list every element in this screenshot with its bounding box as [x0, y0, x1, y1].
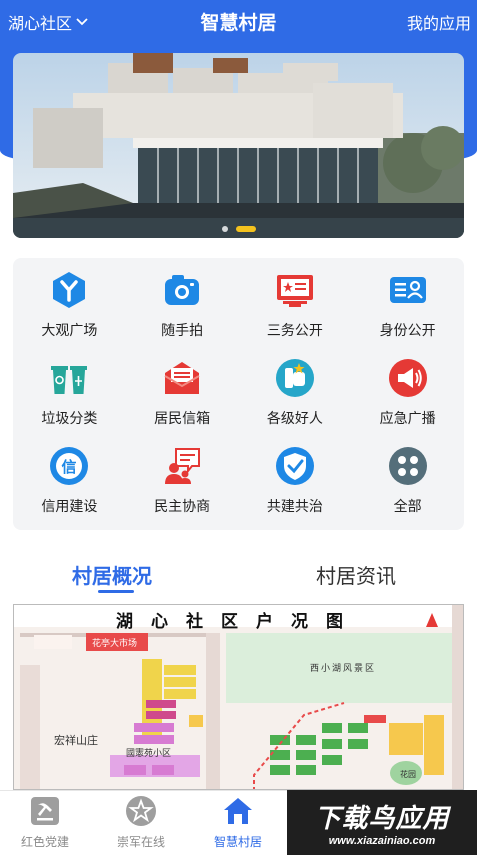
- watermark-url: www.xiazainiao.com: [328, 835, 436, 847]
- tabbar-label: 智慧村居: [213, 835, 262, 849]
- chevron-down-icon: [76, 18, 88, 26]
- home-icon: [224, 798, 252, 824]
- location-label: 湖心社区: [8, 16, 73, 33]
- map-image: [14, 605, 463, 789]
- map-label-garden: 花园: [400, 770, 416, 779]
- tabbar-item-military-online[interactable]: 崇军在线: [96, 795, 186, 850]
- grid-item-co-governance[interactable]: 共建共治: [239, 442, 352, 530]
- page-title: 智慧村居: [200, 13, 277, 34]
- grid-item-all[interactable]: 全部: [351, 442, 464, 530]
- grid-item-label: 信用建设: [41, 498, 98, 514]
- carousel-dot[interactable]: [221, 226, 228, 232]
- grid-item-label: 共建共治: [266, 498, 323, 514]
- grid-item-good-people[interactable]: 各级好人: [239, 354, 352, 442]
- carousel-dot-active[interactable]: [235, 226, 256, 232]
- tabbar-label: 崇军在线: [116, 835, 165, 849]
- id-card-icon: [389, 277, 426, 303]
- grid-item-credit-building[interactable]: 信 信用建设: [13, 442, 126, 530]
- banner-carousel[interactable]: [13, 53, 464, 238]
- fork-icon: [53, 272, 86, 308]
- trash-bins-icon: [51, 366, 88, 394]
- shield-check-icon: [275, 447, 314, 485]
- community-map[interactable]: 湖心社区户况图 花亭大市场 西小湖风景区 宏祥山庄 國憲苑小区 花园: [13, 604, 464, 790]
- notice-board-icon: [276, 275, 313, 307]
- camera-icon: [165, 275, 200, 305]
- tab-village-news[interactable]: 村居资讯: [316, 560, 396, 589]
- location-selector[interactable]: 湖心社区: [8, 10, 89, 34]
- grid-item-label: 各级好人: [266, 410, 323, 426]
- tab-village-overview[interactable]: 村居概况: [72, 560, 152, 589]
- map-label-market: 花亭大市场: [92, 638, 138, 648]
- party-icon: [31, 797, 59, 825]
- grid-item-garbage-sorting[interactable]: 垃圾分类: [13, 354, 126, 442]
- map-label-residence: 國憲苑小区: [126, 748, 172, 758]
- watermark: 下载鸟应用 www.xiazainiao.com: [287, 790, 477, 855]
- grid-item-label: 身份公开: [379, 322, 436, 338]
- carousel-indicator: [13, 226, 464, 232]
- banner-image: [13, 53, 464, 238]
- mail-icon: [164, 362, 200, 394]
- grid-item-label: 垃圾分类: [41, 410, 98, 426]
- grid-item-label: 居民信箱: [154, 410, 211, 426]
- tab-active-indicator: [98, 590, 134, 593]
- map-label-scenic-area: 西小湖风景区: [310, 663, 377, 673]
- grid-item-three-affairs[interactable]: 三务公开: [239, 266, 352, 354]
- grid-item-emergency-broadcast[interactable]: 应急广播: [351, 354, 464, 442]
- tabbar-label: 红色党建: [20, 835, 69, 849]
- tabbar-item-red-party[interactable]: 红色党建: [0, 795, 90, 850]
- grid-item-resident-mailbox[interactable]: 居民信箱: [126, 354, 239, 442]
- grid-item-label: 民主协商: [154, 498, 211, 514]
- grid-item-label: 随手拍: [161, 322, 204, 338]
- grid-item-daguan-square[interactable]: 大观广场: [13, 266, 126, 354]
- watermark-title: 下载鸟应用: [314, 803, 450, 833]
- grid-item-label: 三务公开: [266, 322, 323, 338]
- grid-all-icon: [388, 447, 427, 485]
- star-badge-icon: [126, 796, 156, 826]
- map-title: 湖心社区户况图: [116, 612, 361, 631]
- tabbar-item-smart-village[interactable]: 智慧村居: [193, 795, 283, 850]
- svg-text:信: 信: [62, 458, 77, 476]
- grid-item-label: 应急广播: [379, 410, 436, 426]
- award-icon: [275, 359, 314, 397]
- grid-item-identity-public[interactable]: 身份公开: [351, 266, 464, 354]
- top-bar: 湖心社区 智慧村居 我的应用: [0, 0, 477, 44]
- grid-item-democratic-consultation[interactable]: 民主协商: [126, 442, 239, 530]
- discussion-icon: [165, 448, 201, 484]
- megaphone-icon: [388, 359, 427, 397]
- grid-item-label: 大观广场: [41, 322, 98, 338]
- grid-item-label: 全部: [393, 498, 422, 514]
- service-grid: 大观广场 随手拍 三务公开 身份公开 垃圾分类 居民信箱 各级好人 应急广播 信…: [13, 258, 464, 530]
- section-tabs: 村居概况 村居资讯: [0, 560, 477, 600]
- credit-icon: 信: [50, 447, 89, 485]
- grid-item-snapshot[interactable]: 随手拍: [126, 266, 239, 354]
- my-apps-link[interactable]: 我的应用: [407, 10, 471, 34]
- map-label-hongxiang: 宏祥山庄: [54, 735, 98, 747]
